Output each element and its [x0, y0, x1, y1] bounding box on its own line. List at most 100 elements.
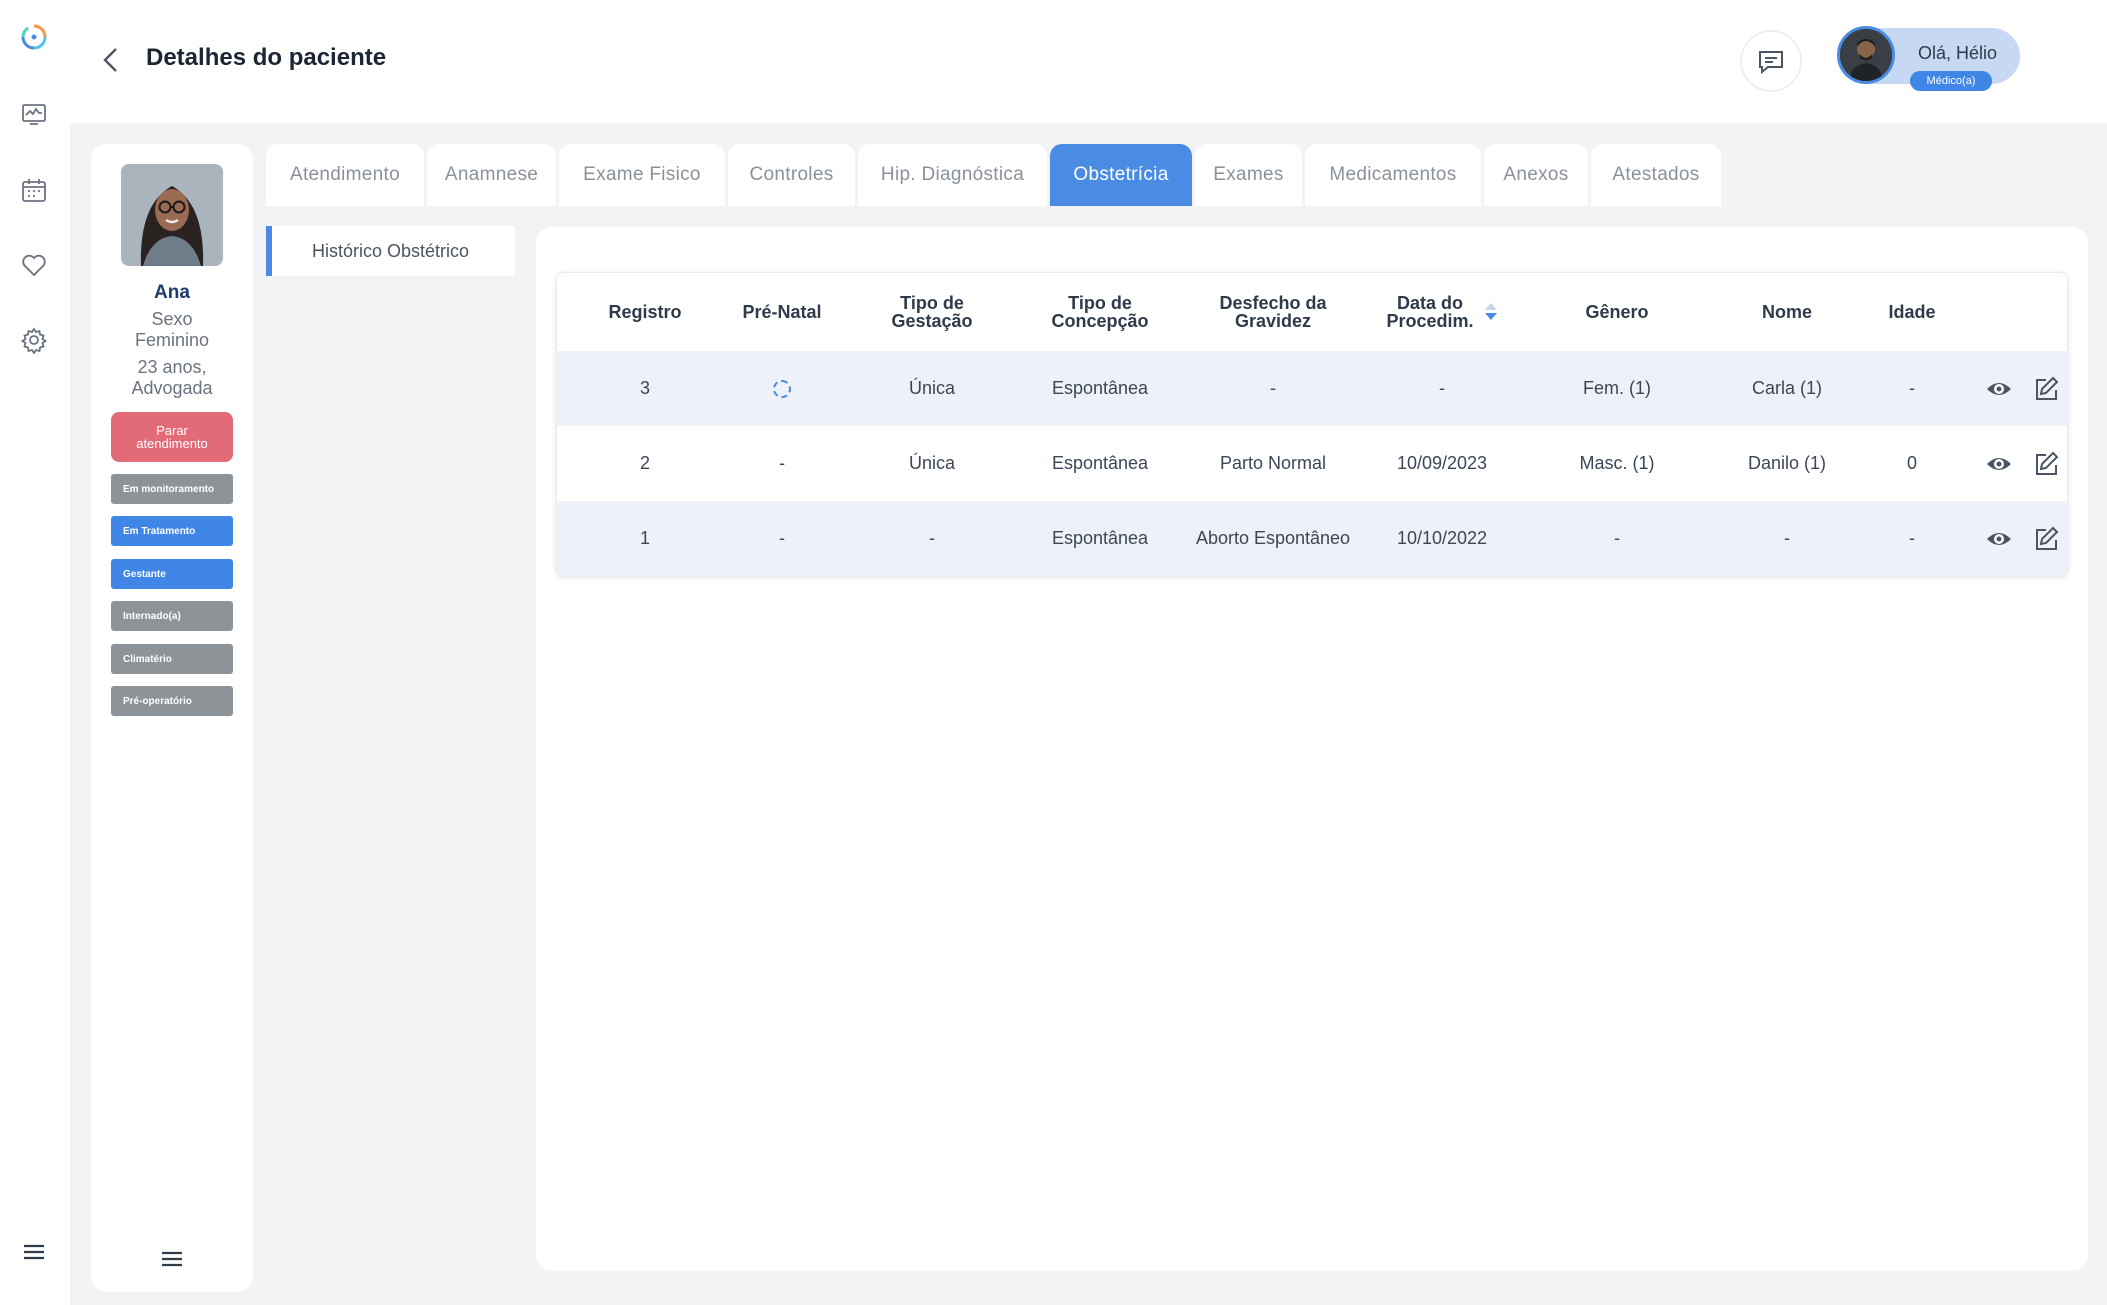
patient-photo [121, 164, 223, 266]
cell-desfecho: Parto Normal [1219, 453, 1327, 473]
view-icon[interactable] [1984, 524, 2014, 554]
cell-genero: - [1614, 528, 1620, 548]
tag-em-monitoramento[interactable]: Em monitoramento [111, 474, 233, 504]
cell-data: - [1439, 378, 1445, 398]
cell-nome: Carla (1) [1751, 378, 1822, 398]
cell-nome: Danilo (1) [1747, 453, 1827, 473]
col-data-line2: Procedim. [1386, 311, 1474, 331]
card-menu-icon[interactable] [159, 1246, 185, 1272]
tab-atendimento[interactable]: Atendimento [266, 144, 424, 206]
tag-internado[interactable]: Internado(a) [111, 601, 233, 631]
patient-sex-value: Feminino [134, 330, 210, 350]
patient-card: Ana Sexo Feminino 23 anos, Advogada Para… [91, 144, 253, 1292]
tab-hip-diagnostica[interactable]: Hip. Diagnóstica [858, 144, 1047, 206]
col-pre-natal: Pré-Natal [742, 302, 822, 322]
cell-registro: 2 [639, 453, 650, 473]
col-data-procedimento[interactable]: Data do Procedim. [1357, 273, 1527, 351]
edit-icon[interactable] [2031, 524, 2061, 554]
cell-pre-natal: - [779, 453, 785, 473]
table-header: Registro Pré-Natal Tipo de Gestação Tipo … [557, 273, 2067, 351]
user-avatar[interactable] [1837, 26, 1895, 84]
tab-exame-fisico[interactable]: Exame Fisico [559, 144, 725, 206]
sidebar-rail [0, 0, 70, 1305]
chevron-left-icon [103, 48, 117, 72]
back-button[interactable] [96, 42, 126, 78]
cell-desfecho: - [1270, 378, 1276, 398]
tag-climaterio[interactable]: Climatério [111, 644, 233, 674]
col-idade: Idade [1888, 302, 1936, 322]
patient-sex-label: Sexo [151, 309, 193, 329]
col-tipo-concepcao-line1: Tipo de [1068, 293, 1132, 313]
chat-icon [1759, 51, 1783, 75]
app-logo-icon[interactable] [17, 20, 51, 54]
cell-tipo-concepcao: Espontânea [1051, 528, 1149, 548]
col-tipo-gestacao-line2: Gestação [891, 311, 973, 331]
cell-tipo-concepcao: Espontânea [1051, 453, 1149, 473]
col-desfecho-line1: Desfecho da [1219, 293, 1327, 313]
col-desfecho: Desfecho da Gravidez [1183, 273, 1363, 351]
patient-name: Ana [154, 282, 190, 303]
calendar-icon[interactable] [17, 173, 51, 207]
patient-age: 23 anos, [137, 357, 207, 377]
table-row: 3 Única Espontânea - - Fem. (1) Carla (1… [557, 351, 2067, 426]
tab-atestados[interactable]: Atestados [1591, 144, 1721, 206]
table-row: 1 - - Espontânea Aborto Espontâneo 10/10… [557, 501, 2067, 576]
tag-pre-operatorio[interactable]: Pré-operatório [111, 686, 233, 716]
col-genero: Gênero [1585, 302, 1649, 322]
tab-controles[interactable]: Controles [728, 144, 855, 206]
col-tipo-gestacao: Tipo de Gestação [857, 273, 1007, 351]
heart-icon[interactable] [17, 248, 51, 282]
view-icon[interactable] [1984, 449, 2014, 479]
cell-genero: Fem. (1) [1582, 378, 1651, 398]
cell-data: 10/09/2023 [1396, 453, 1488, 473]
page-title: Detalhes do paciente [146, 44, 387, 71]
cell-data: 10/10/2022 [1396, 528, 1488, 548]
subnav-historico-obstetrico[interactable]: Histórico Obstétrico [266, 226, 515, 276]
cell-tipo-gestacao: - [929, 528, 935, 548]
cell-desfecho: Aborto Espontâneo [1195, 528, 1351, 548]
tab-bar: Atendimento Anamnese Exame Fisico Contro… [266, 144, 1721, 206]
tab-obstetricia[interactable]: Obstetrícia [1050, 144, 1192, 206]
cell-tipo-concepcao: Espontânea [1051, 378, 1149, 398]
col-registro: Registro [608, 302, 682, 322]
cell-registro: 3 [639, 378, 650, 398]
col-tipo-concepcao: Tipo de Concepção [1025, 273, 1175, 351]
col-data-line1: Data do [1396, 293, 1463, 313]
menu-icon[interactable] [17, 1235, 51, 1269]
loading-spinner-icon [773, 379, 791, 398]
tab-anexos[interactable]: Anexos [1484, 144, 1588, 206]
cell-genero: Masc. (1) [1579, 453, 1655, 473]
cell-registro: 1 [639, 528, 650, 548]
edit-icon[interactable] [2031, 449, 2061, 479]
tab-anamnese[interactable]: Anamnese [427, 144, 556, 206]
user-greeting: Olá, Hélio [1918, 43, 1998, 63]
tab-medicamentos[interactable]: Medicamentos [1305, 144, 1481, 206]
tag-em-tratamento[interactable]: Em Tratamento [111, 516, 233, 546]
col-desfecho-line2: Gravidez [1234, 311, 1312, 331]
cell-pre-natal: - [779, 528, 785, 548]
settings-icon[interactable] [17, 323, 51, 357]
col-tipo-concepcao-line2: Concepção [1051, 311, 1149, 331]
tag-gestante[interactable]: Gestante [111, 559, 233, 589]
view-icon[interactable] [1984, 374, 2014, 404]
monitor-icon[interactable] [17, 97, 51, 131]
cell-nome: - [1784, 528, 1790, 548]
tab-exames[interactable]: Exames [1195, 144, 1302, 206]
main-panel: Registro Pré-Natal Tipo de Gestação Tipo … [536, 227, 2088, 1271]
patient-occupation: Advogada [131, 378, 213, 398]
cell-idade: 0 [1906, 453, 1917, 473]
cell-idade: - [1909, 378, 1915, 398]
stop-attendance-button[interactable]: Parar atendimento [111, 412, 233, 462]
stop-button-line2: atendimento [136, 436, 208, 451]
sort-icon[interactable] [1484, 301, 1498, 323]
cell-tipo-gestacao: Única [908, 378, 956, 398]
table-row: 2 - Única Espontânea Parto Normal 10/09/… [557, 426, 2067, 501]
col-tipo-gestacao-line1: Tipo de [900, 293, 964, 313]
cell-pre-natal [727, 351, 837, 426]
col-nome: Nome [1761, 302, 1812, 322]
edit-icon[interactable] [2031, 374, 2061, 404]
chat-button[interactable] [1740, 30, 1802, 92]
user-role-badge: Médico(a) [1910, 71, 1992, 91]
cell-tipo-gestacao: Única [908, 453, 956, 473]
cell-idade: - [1909, 528, 1915, 548]
